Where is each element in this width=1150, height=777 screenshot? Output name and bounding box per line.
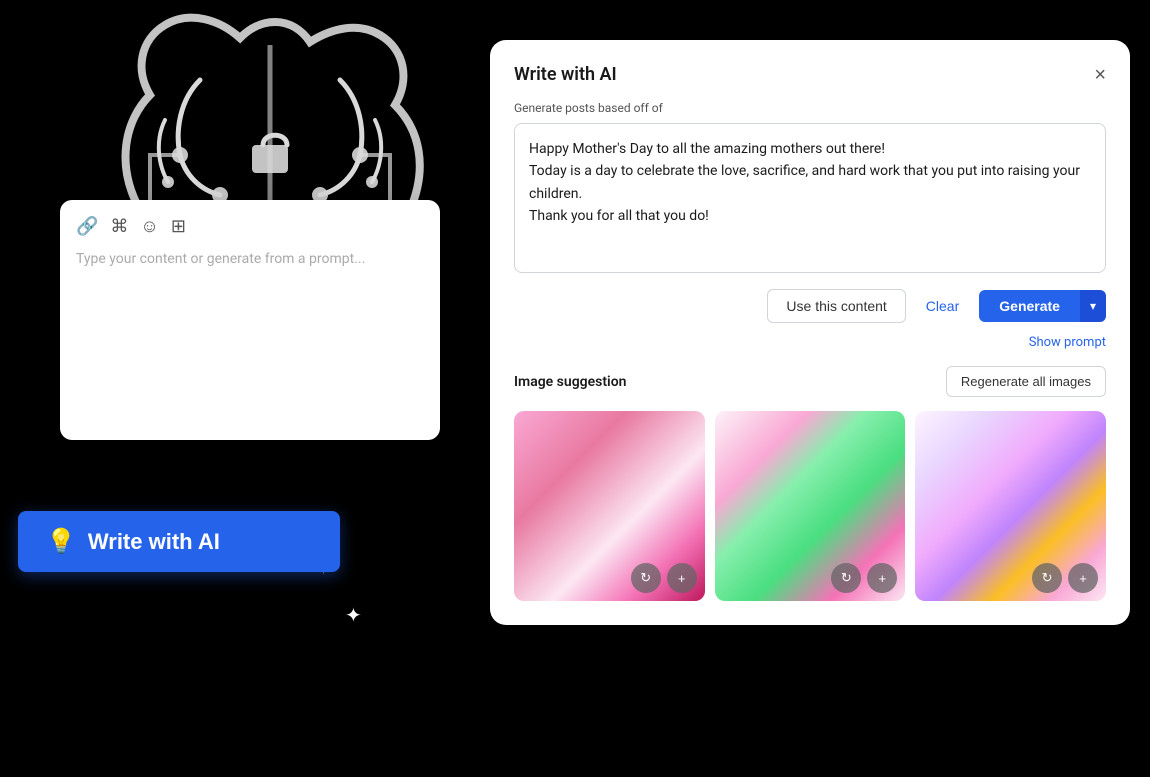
regenerate-all-button[interactable]: Regenerate all images xyxy=(946,366,1106,397)
editor-toolbar: 🔗 ⌘ ☺ ⊞ xyxy=(76,216,424,237)
image-1-overlay: ↻ + xyxy=(631,563,697,593)
generate-button-group: Generate ▾ xyxy=(979,290,1106,322)
image-thumb-1: ↻ + xyxy=(514,411,705,601)
image-grid: ↻ + ↻ + ↻ + xyxy=(514,411,1106,601)
image-1-regenerate-button[interactable]: ↻ xyxy=(631,563,661,593)
sparkle-small: ✦ xyxy=(345,603,362,627)
clear-button[interactable]: Clear xyxy=(916,290,969,322)
dialog-title: Write with AI xyxy=(514,64,617,85)
emoji-icon[interactable]: ☺ xyxy=(140,216,158,237)
image-2-add-button[interactable]: + xyxy=(867,563,897,593)
write-ai-label: Write with AI xyxy=(88,529,220,555)
use-content-button[interactable]: Use this content xyxy=(767,289,905,323)
content-textarea[interactable]: Happy Mother's Day to all the amazing mo… xyxy=(514,123,1106,273)
ai-dialog: Write with AI × Generate posts based off… xyxy=(490,40,1130,625)
dialog-close-button[interactable]: × xyxy=(1094,65,1106,85)
image-thumb-3: ↻ + xyxy=(915,411,1106,601)
image-2-regenerate-button[interactable]: ↻ xyxy=(831,563,861,593)
image-2-overlay: ↻ + xyxy=(831,563,897,593)
editor-placeholder: Type your content or generate from a pro… xyxy=(76,251,424,267)
image-suggestion-label: Image suggestion xyxy=(514,374,626,390)
bulb-icon: 💡 xyxy=(46,527,76,556)
dialog-header: Write with AI × xyxy=(514,64,1106,85)
image-1-add-button[interactable]: + xyxy=(667,563,697,593)
link-icon[interactable]: 🔗 xyxy=(76,216,98,237)
image-thumb-2: ↻ + xyxy=(715,411,906,601)
action-row: Use this content Clear Generate ▾ xyxy=(514,289,1106,323)
image-section-header: Image suggestion Regenerate all images xyxy=(514,366,1106,397)
show-prompt-container: Show prompt xyxy=(514,331,1106,350)
rss-icon[interactable]: ⌘ xyxy=(110,216,128,237)
editor-panel: 🔗 ⌘ ☺ ⊞ Type your content or generate fr… xyxy=(60,200,440,440)
show-prompt-link[interactable]: Show prompt xyxy=(1029,335,1106,350)
write-ai-button[interactable]: 💡 Write with AI xyxy=(18,511,340,572)
grid-icon[interactable]: ⊞ xyxy=(171,216,186,237)
image-3-regenerate-button[interactable]: ↻ xyxy=(1032,563,1062,593)
generate-dropdown-button[interactable]: ▾ xyxy=(1080,290,1106,322)
generate-label: Generate posts based off of xyxy=(514,101,1106,115)
image-3-overlay: ↻ + xyxy=(1032,563,1098,593)
generate-button[interactable]: Generate xyxy=(979,290,1080,322)
image-3-add-button[interactable]: + xyxy=(1068,563,1098,593)
